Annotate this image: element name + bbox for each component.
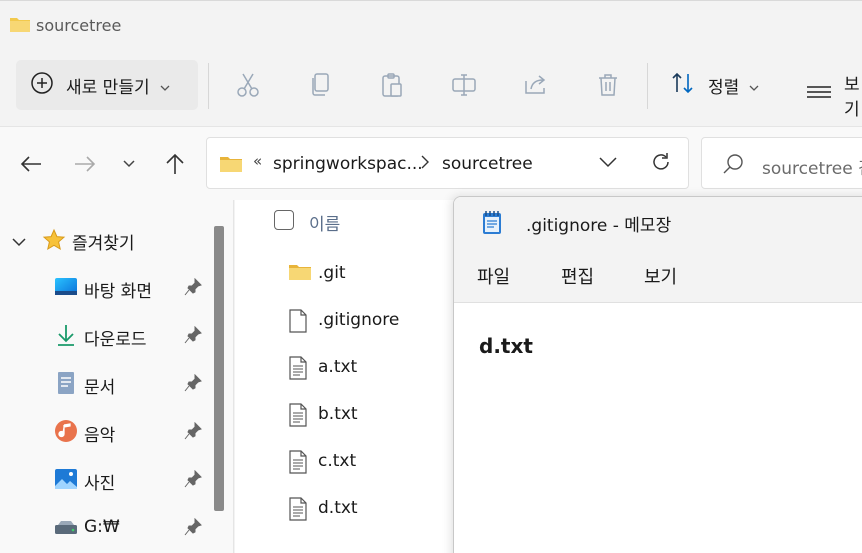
list-item[interactable]: c.txt <box>235 441 455 481</box>
pin-icon <box>184 517 202 540</box>
blank-file-icon <box>288 309 308 337</box>
sidebar-item-drive-g[interactable]: G:₩ <box>0 507 208 547</box>
list-item[interactable]: d.txt <box>235 488 455 528</box>
search-box[interactable]: sourcetree 검색 <box>701 137 862 189</box>
chevron-down-icon <box>160 76 170 95</box>
command-bar: 새로 만들기 정렬 보기 <box>0 48 862 126</box>
notepad-icon <box>481 209 503 239</box>
toolbar-divider <box>208 63 209 109</box>
chevron-right-icon[interactable] <box>421 154 429 173</box>
window-title: sourcetree <box>36 16 122 35</box>
list-item[interactable]: b.txt <box>235 394 455 434</box>
copy-icon[interactable] <box>306 71 334 99</box>
sort-icon <box>670 70 696 101</box>
menu-item-file[interactable]: 파일 <box>477 263 510 289</box>
chevron-down-icon[interactable] <box>12 232 26 251</box>
sidebar-item-label: 음악 <box>84 426 116 446</box>
file-name: .git <box>318 263 346 283</box>
sidebar-item-label: 사진 <box>84 474 116 494</box>
cut-icon[interactable] <box>234 71 262 99</box>
file-name: .gitignore <box>318 310 400 330</box>
breadcrumb-segment-current[interactable]: sourcetree <box>442 154 533 174</box>
file-name: c.txt <box>318 451 357 471</box>
pin-icon <box>184 469 202 492</box>
pin-icon <box>184 421 202 444</box>
list-item[interactable]: a.txt <box>235 347 455 387</box>
documents-icon <box>54 371 78 395</box>
text-file-icon <box>288 403 308 431</box>
search-icon <box>722 153 744 179</box>
search-placeholder: sourcetree 검색 <box>762 159 862 179</box>
list-item[interactable]: .git <box>235 253 455 293</box>
notepad-title: .gitignore - 메모장 <box>526 216 672 236</box>
address-row: « springworkspac... sourcetree sourcetre… <box>0 126 862 200</box>
sidebar-favorites-label: 즐겨찾기 <box>72 234 135 254</box>
address-dropdown-chevron-icon[interactable] <box>599 154 617 173</box>
navigation-pane: 즐겨찾기 바탕 화면 다운로드 문서 음악 사진 G:₩ <box>0 200 234 553</box>
file-name: b.txt <box>318 404 358 424</box>
sidebar-item-favorites[interactable]: 즐겨찾기 <box>0 220 208 260</box>
desktop-icon <box>54 275 78 299</box>
share-icon[interactable] <box>522 71 550 99</box>
view-list-icon <box>806 83 832 108</box>
notepad-text-content[interactable]: d.txt <box>479 334 533 358</box>
folder-icon <box>9 15 31 37</box>
drive-icon <box>54 515 78 539</box>
list-item[interactable]: .gitignore <box>235 300 455 340</box>
sidebar-item-pictures[interactable]: 사진 <box>0 459 208 499</box>
music-icon <box>54 419 78 443</box>
pin-icon <box>184 325 202 348</box>
paste-icon[interactable] <box>378 71 406 99</box>
folder-icon <box>219 154 243 177</box>
toolbar-divider <box>647 63 648 109</box>
path-overflow-chevron[interactable]: « <box>253 152 262 170</box>
notepad-title-bar[interactable]: .gitignore - 메모장 <box>454 197 862 247</box>
plus-icon <box>30 71 54 99</box>
pictures-icon <box>54 467 78 491</box>
recent-locations-chevron-icon[interactable] <box>116 151 142 177</box>
star-icon <box>42 228 66 256</box>
pin-icon <box>184 373 202 396</box>
title-bar: sourcetree <box>0 0 862 48</box>
sidebar-item-label: 바탕 화면 <box>84 282 152 302</box>
forward-arrow-icon[interactable] <box>72 151 98 177</box>
sidebar-scrollbar[interactable] <box>214 226 224 511</box>
view-button[interactable]: 보기 <box>806 70 862 120</box>
menu-item-view[interactable]: 보기 <box>644 263 677 289</box>
sidebar-item-music[interactable]: 음악 <box>0 411 208 451</box>
breadcrumb-segment[interactable]: springworkspac... <box>273 154 423 174</box>
text-file-icon <box>288 356 308 384</box>
text-file-icon <box>288 497 308 525</box>
file-name: d.txt <box>318 498 358 518</box>
new-button-label: 새로 만들기 <box>66 77 150 98</box>
sidebar-item-documents[interactable]: 문서 <box>0 363 208 403</box>
menu-item-edit[interactable]: 편집 <box>561 263 594 289</box>
refresh-icon[interactable] <box>650 151 672 177</box>
sidebar-item-downloads[interactable]: 다운로드 <box>0 315 208 355</box>
notepad-menu-bar: 파일 편집 보기 <box>454 247 862 303</box>
new-button[interactable]: 새로 만들기 <box>16 60 198 110</box>
pin-icon <box>184 277 202 300</box>
sort-button[interactable]: 정렬 <box>670 70 759 101</box>
file-name: a.txt <box>318 357 358 377</box>
view-label: 보기 <box>844 75 860 120</box>
up-arrow-icon[interactable] <box>162 151 188 177</box>
sidebar-item-desktop[interactable]: 바탕 화면 <box>0 267 208 307</box>
sidebar-item-label: 문서 <box>84 378 116 398</box>
sidebar-item-label: G:₩ <box>84 517 120 537</box>
back-arrow-icon[interactable] <box>18 151 44 177</box>
select-all-checkbox[interactable] <box>274 210 294 230</box>
download-icon <box>54 323 78 347</box>
address-bar[interactable]: « springworkspac... sourcetree <box>206 137 689 189</box>
sort-label: 정렬 <box>708 78 740 98</box>
rename-icon[interactable] <box>450 71 478 99</box>
notepad-window[interactable]: .gitignore - 메모장 파일 편집 보기 d.txt <box>453 196 862 553</box>
sidebar-item-label: 다운로드 <box>84 330 147 350</box>
chevron-down-icon <box>749 76 759 96</box>
text-file-icon <box>288 450 308 478</box>
delete-icon[interactable] <box>594 71 622 99</box>
folder-icon <box>288 262 312 285</box>
column-header-label: 이름 <box>309 215 341 235</box>
